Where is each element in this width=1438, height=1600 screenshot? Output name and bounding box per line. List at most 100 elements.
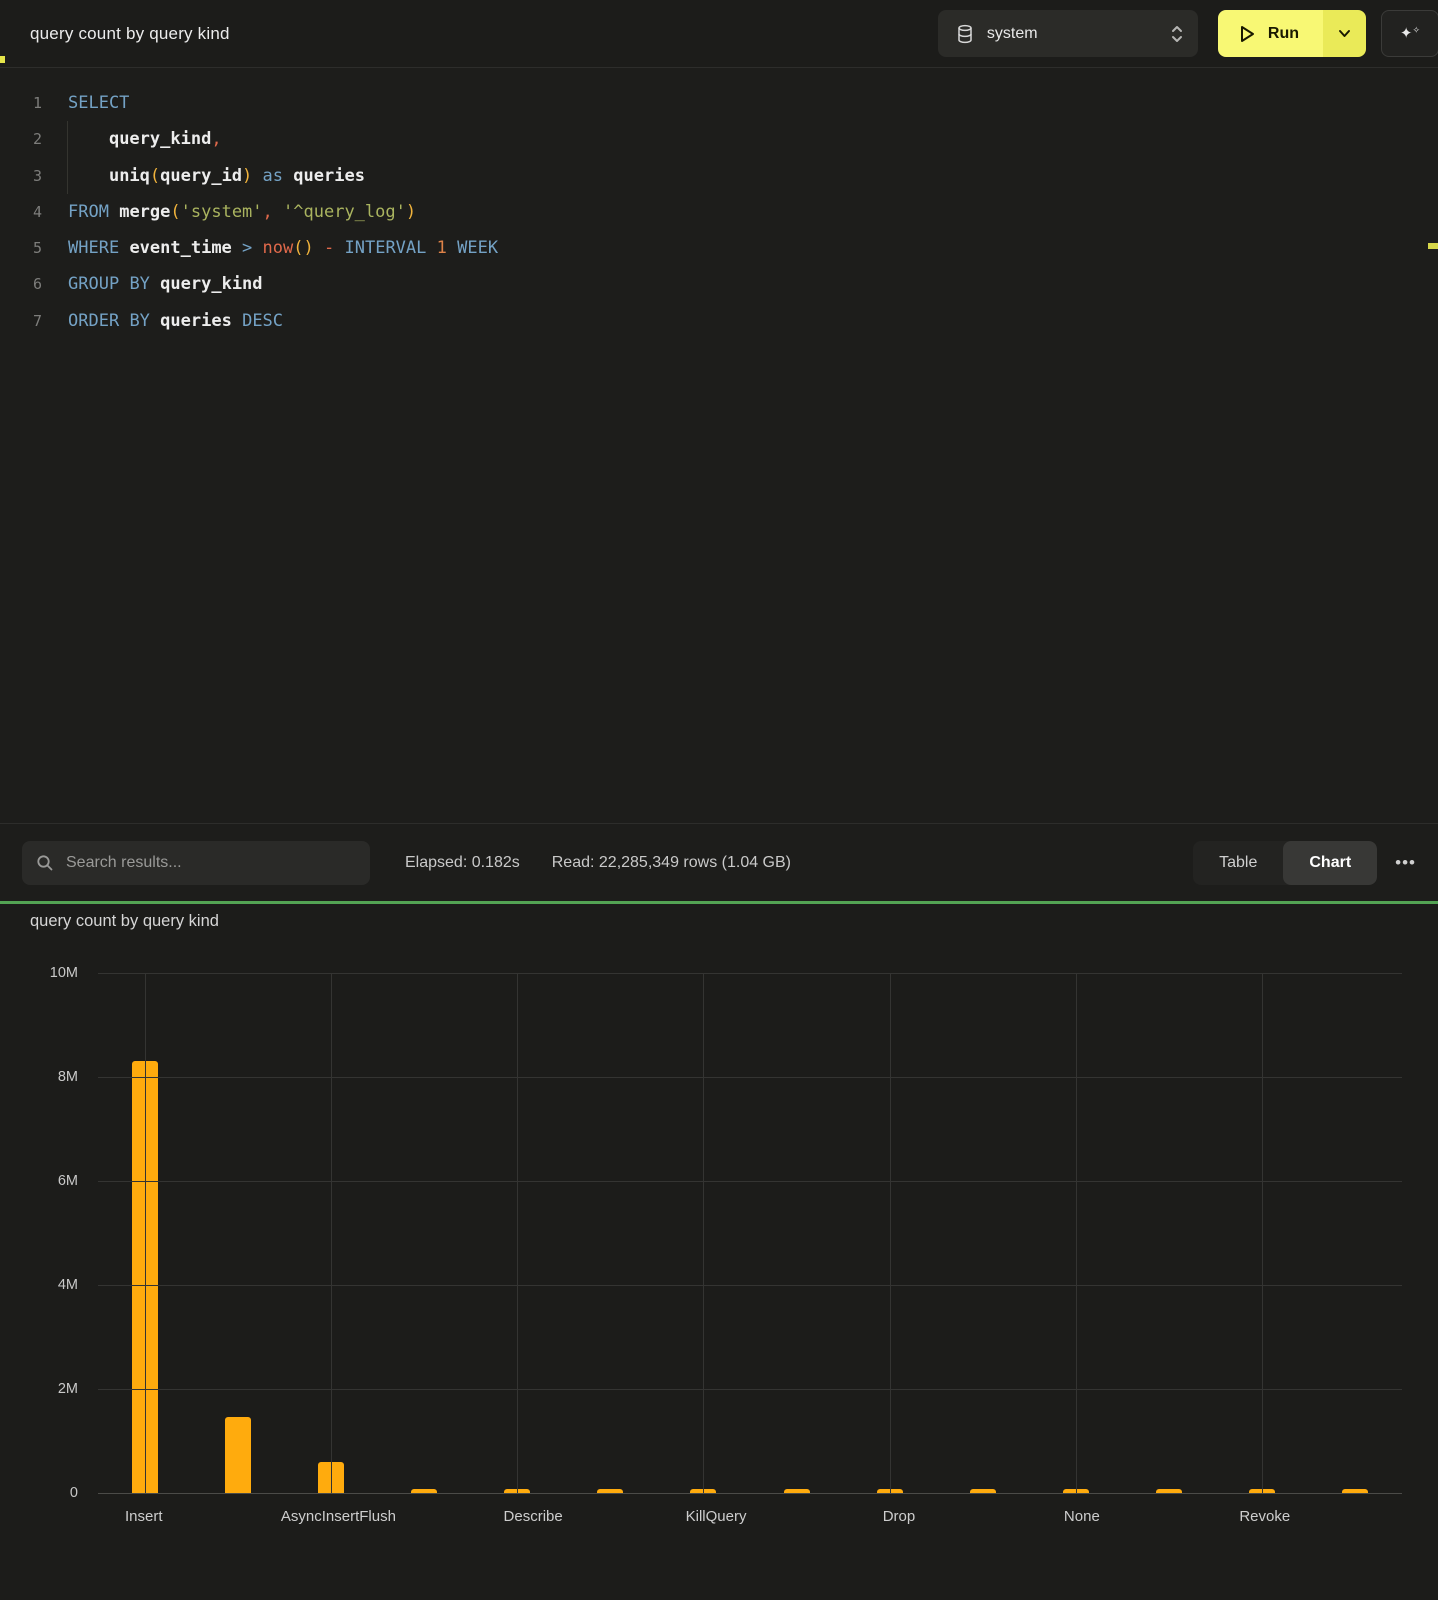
x-tick-label xyxy=(762,1508,853,1525)
plot-wrap: 10M8M6M4M2M0 InsertAsyncInsertFlushDescr… xyxy=(98,973,1402,1494)
code-token: WEEK xyxy=(457,238,498,258)
x-tick-label xyxy=(579,1508,670,1525)
code-token xyxy=(273,202,283,222)
code-line: 2 query_kind, xyxy=(0,121,1438,157)
bars-row xyxy=(98,973,1402,1493)
line-number: 5 xyxy=(0,230,42,266)
x-tick-label: AsyncInsertFlush xyxy=(281,1508,396,1525)
ai-sparkle-button[interactable]: ✦✧ xyxy=(1381,10,1438,57)
y-gridline xyxy=(98,1285,1402,1286)
code-token: 1 xyxy=(437,238,447,258)
code-token xyxy=(334,238,344,258)
run-button[interactable]: Run xyxy=(1218,10,1323,57)
x-gridline xyxy=(517,973,518,1493)
code-line: 1 SELECT xyxy=(0,85,1438,121)
code-token xyxy=(232,238,242,258)
bar-idx13[interactable] xyxy=(1342,1489,1368,1493)
x-tick-label: Drop xyxy=(853,1508,944,1525)
y-tick-label: 8M xyxy=(58,1069,78,1085)
code-token: ( xyxy=(170,202,180,222)
bar-idx5[interactable] xyxy=(597,1489,623,1493)
select-chevrons-icon xyxy=(1170,23,1184,45)
run-button-group: Run xyxy=(1218,10,1366,57)
y-gridline xyxy=(98,973,1402,974)
x-gridline xyxy=(145,973,146,1493)
line-number: 2 xyxy=(0,121,42,157)
code-token: ORDER xyxy=(68,311,119,331)
y-tick-label: 4M xyxy=(58,1277,78,1293)
code-token: uniq xyxy=(109,166,150,186)
topbar-actions: system Run ✦✧ xyxy=(938,10,1428,57)
code-token: query_kind xyxy=(109,129,211,149)
bar-idx1[interactable] xyxy=(225,1417,251,1493)
bar-slot xyxy=(191,973,284,1493)
code-line: 7ORDER BY queries DESC xyxy=(0,303,1438,339)
code-token xyxy=(447,238,457,258)
code-token: - xyxy=(324,238,334,258)
code-token: query_id xyxy=(160,166,242,186)
y-tick-label: 6M xyxy=(58,1173,78,1189)
x-axis-labels: InsertAsyncInsertFlushDescribeKillQueryD… xyxy=(98,1508,1402,1525)
code-token: queries xyxy=(160,311,232,331)
database-select-value: system xyxy=(987,25,1038,43)
chart-panel: query count by query kind 10M8M6M4M2M0 I… xyxy=(0,904,1438,1600)
code-token: DESC xyxy=(242,311,283,331)
bar-slot xyxy=(377,973,470,1493)
code-token xyxy=(109,202,119,222)
y-gridline xyxy=(98,1181,1402,1182)
code-token: , xyxy=(263,202,273,222)
line-number: 3 xyxy=(0,158,42,194)
code-token xyxy=(119,238,129,258)
code-token: query_kind xyxy=(160,274,262,294)
bar-idx11[interactable] xyxy=(1156,1489,1182,1493)
search-results-box[interactable] xyxy=(22,841,370,885)
code-token: event_time xyxy=(129,238,231,258)
bar-slot xyxy=(564,973,657,1493)
toggle-table-button[interactable]: Table xyxy=(1193,841,1283,885)
line-number: 4 xyxy=(0,194,42,230)
x-tick-label xyxy=(945,1508,1036,1525)
code-token xyxy=(68,166,109,186)
bar-slot xyxy=(750,973,843,1493)
x-gridline xyxy=(703,973,704,1493)
code-token: () xyxy=(293,238,313,258)
code-token xyxy=(252,238,262,258)
code-token: FROM xyxy=(68,202,109,222)
code-line: 5WHERE event_time > now() - INTERVAL 1 W… xyxy=(0,230,1438,266)
bar-idx9[interactable] xyxy=(970,1489,996,1493)
bar-slot xyxy=(936,973,1029,1493)
x-tick-label: Describe xyxy=(487,1508,578,1525)
code-token xyxy=(283,166,293,186)
code-token: SELECT xyxy=(68,93,129,113)
query-title: query count by query kind xyxy=(30,24,230,44)
code-token: BY xyxy=(129,274,149,294)
more-options-button[interactable]: ••• xyxy=(1395,853,1416,873)
run-options-button[interactable] xyxy=(1323,10,1366,57)
code-token: ) xyxy=(242,166,252,186)
plot-area: 10M8M6M4M2M0 xyxy=(98,973,1402,1494)
code-token xyxy=(314,238,324,258)
code-token: ( xyxy=(150,166,160,186)
database-select[interactable]: system xyxy=(938,10,1198,57)
bar-idx3[interactable] xyxy=(411,1489,437,1493)
x-tick-label xyxy=(189,1508,280,1525)
x-gridline xyxy=(1076,973,1077,1493)
y-tick-label: 10M xyxy=(50,965,78,981)
code-line: 6GROUP BY query_kind xyxy=(0,266,1438,302)
code-token xyxy=(426,238,436,258)
bar-idx7[interactable] xyxy=(784,1489,810,1493)
code-text: uniq(query_id) as queries xyxy=(42,158,365,194)
code-text: FROM merge('system', '^query_log') xyxy=(42,194,416,230)
toggle-chart-button[interactable]: Chart xyxy=(1283,841,1377,885)
line-number: 1 xyxy=(0,85,42,121)
line-number: 7 xyxy=(0,303,42,339)
run-button-label: Run xyxy=(1268,25,1299,43)
y-gridline xyxy=(98,1077,1402,1078)
play-icon xyxy=(1238,24,1256,44)
code-token: '^query_log' xyxy=(283,202,406,222)
left-edge-accent xyxy=(0,56,5,63)
search-results-input[interactable] xyxy=(66,854,336,872)
sql-editor[interactable]: 1SELECT2 query_kind,3 uniq(query_id) as … xyxy=(0,69,1438,823)
line-number: 6 xyxy=(0,266,42,302)
code-text: ORDER BY queries DESC xyxy=(42,303,283,339)
